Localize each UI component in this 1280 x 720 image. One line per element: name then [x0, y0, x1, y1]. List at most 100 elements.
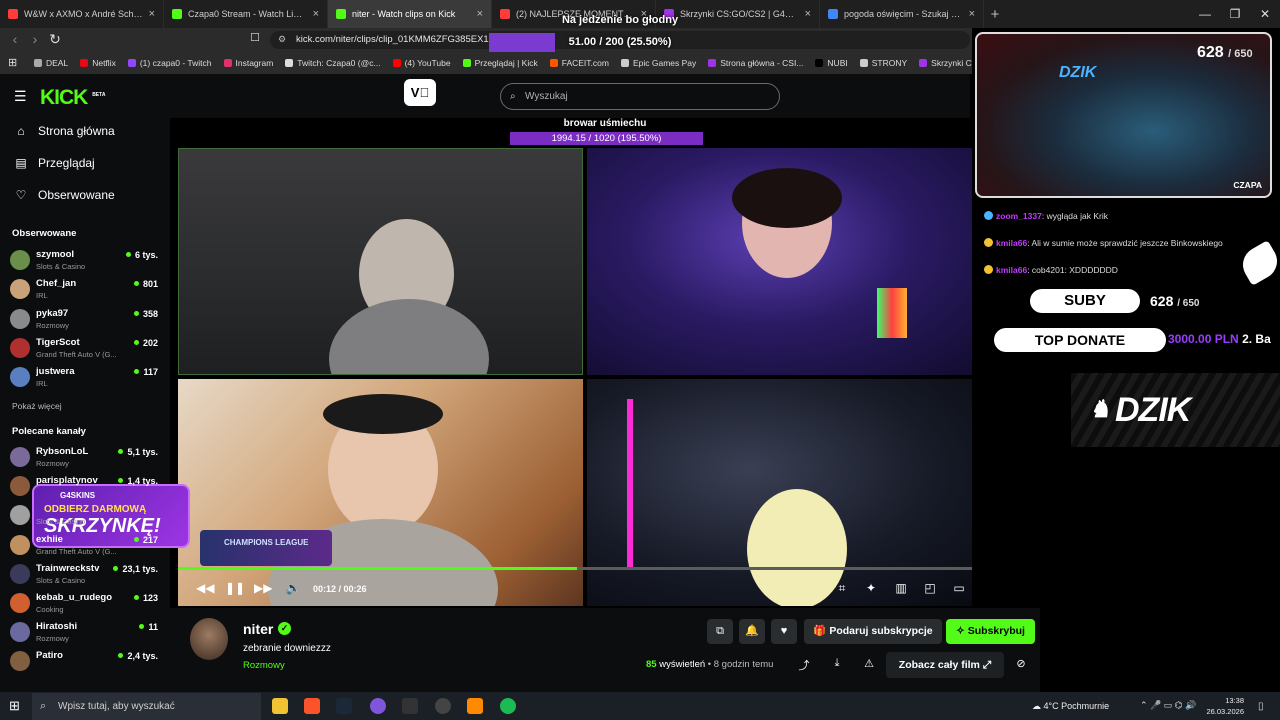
sidebar-nav-0[interactable]: ⌂ Strona główna — [14, 124, 114, 138]
streamer-avatar[interactable] — [190, 618, 228, 660]
clip-category[interactable]: Rozmowy — [243, 660, 285, 671]
tab-close-icon[interactable]: × — [969, 8, 975, 20]
mod-icon[interactable]: ⧉ — [707, 619, 733, 644]
crop-icon[interactable]: ⌗ — [833, 581, 851, 596]
channel-item[interactable]: Chef_jan IRL 801 — [10, 277, 160, 305]
forward-skip-icon[interactable]: ▶▶ — [254, 581, 272, 595]
show-more-link[interactable]: Pokaż więcej — [12, 401, 62, 411]
app-icon[interactable] — [467, 698, 483, 714]
subscribe-button[interactable]: ✧ Subskrybuj — [946, 619, 1035, 644]
bookmark-item[interactable]: Netflix — [80, 58, 116, 68]
maximize-button[interactable]: ❐ — [1218, 0, 1252, 28]
notification-icon[interactable]: ▯ — [1258, 701, 1264, 712]
obs-icon[interactable] — [435, 698, 451, 714]
channel-item[interactable]: justwera IRL 117 — [10, 365, 160, 393]
download-icon[interactable]: ⤓ — [828, 657, 846, 675]
watch-full-button[interactable]: Zobacz cały film ⤢ — [886, 652, 1004, 678]
bell-icon[interactable]: 🔔 — [739, 619, 765, 644]
hide-icon[interactable]: ⊘ — [1012, 657, 1030, 675]
bookmark-item[interactable]: Epic Games Pay — [620, 58, 696, 68]
weather-widget[interactable]: ☁ 4°C Pochmurnie — [1032, 701, 1109, 712]
bookmark-item[interactable]: DEAL — [34, 58, 68, 68]
viewer-goal-overlay: browar uśmiechu 1994.15 / 1020 (195.50%) — [500, 118, 710, 148]
video-progress-bar[interactable] — [178, 567, 1046, 570]
kick-logo[interactable]: KICK BETA — [40, 86, 105, 110]
channel-item[interactable]: Slots & Casino — [10, 503, 160, 531]
follow-heart-icon[interactable]: ♥ — [771, 619, 797, 644]
bookmark-item[interactable]: Instagram — [223, 58, 273, 68]
tab-close-icon[interactable]: × — [477, 8, 483, 20]
chat-line: kmila66: cob4201: XDDDDDDD — [984, 265, 1234, 279]
bookmark-item[interactable]: FACEIT.com — [549, 58, 609, 68]
sidebar-nav-2[interactable]: ♡ Obserwowane — [14, 188, 115, 202]
theater-icon[interactable]: ▭ — [950, 581, 968, 595]
sidebar-nav-1[interactable]: ▤ Przeglądaj — [14, 156, 94, 170]
bookmark-item[interactable]: Strona główna - CSI... — [708, 58, 803, 68]
bookmark-item[interactable]: NUBI — [815, 58, 848, 68]
taskbar-search[interactable]: ⌕ Wpisz tutaj, aby wyszukać — [32, 693, 261, 720]
tab-close-icon[interactable]: × — [149, 8, 155, 20]
rewind-icon[interactable]: ◀◀ — [196, 581, 214, 595]
chat-user: kmila66 — [996, 265, 1028, 275]
reload-icon[interactable]: ↻ — [46, 31, 64, 48]
channel-item[interactable]: exhiie Grand Theft Auto V (G... 217 — [10, 533, 160, 561]
bookmark-item[interactable]: Twitch: Czapa0 (@c... — [285, 58, 381, 68]
pause-icon[interactable]: ❚❚ — [225, 581, 245, 595]
bookmark-icon[interactable]: ☐ — [246, 31, 264, 44]
channel-item[interactable]: parisplatynov 1,4 tys. — [10, 474, 160, 502]
menu-icon[interactable]: ☰ — [14, 88, 27, 105]
channel-avatar — [10, 337, 30, 358]
forward-icon[interactable]: › — [26, 31, 44, 47]
stats-icon[interactable]: ▥ — [892, 581, 910, 595]
volume-icon[interactable]: 🔈 — [284, 581, 302, 595]
channel-item[interactable]: szymool Slots & Casino 6 tys. — [10, 248, 160, 276]
channel-item[interactable]: Trainwreckstv Slots & Casino 23,1 tys. — [10, 562, 160, 590]
brave-icon[interactable] — [304, 698, 320, 714]
epic-icon[interactable] — [402, 698, 418, 714]
channel-item[interactable]: RybsonLoL Rozmowy 5,1 tys. — [10, 445, 160, 473]
channel-item[interactable]: pyka97 Rozmowy 358 — [10, 307, 160, 335]
sparkle-icon[interactable]: ✦ — [862, 581, 880, 595]
webcam-sub-count: 628 / 650 — [1197, 44, 1253, 62]
vertical-clip-icon[interactable]: V⃞ — [404, 79, 436, 106]
close-window-button[interactable]: ✕ — [1248, 0, 1280, 28]
tab-close-icon[interactable]: × — [805, 8, 811, 20]
discord-icon[interactable] — [370, 698, 386, 714]
browser-tab[interactable]: W&W x AXMO x André Schnura × — [0, 0, 164, 28]
search-icon: ⌕ — [510, 91, 516, 102]
bookmark-item[interactable]: Przeglądaj | Kick — [462, 58, 538, 68]
system-tray-icons[interactable]: ⌃ 🎤 ▭ ⌬ 🔊 — [1140, 700, 1196, 711]
report-icon[interactable]: ⚠ — [860, 657, 878, 675]
taskbar-clock[interactable]: 13:38 26.03.2026 — [1200, 695, 1244, 717]
channel-avatar — [10, 279, 30, 300]
site-info-icon[interactable]: ⚙ — [278, 34, 286, 45]
channel-item[interactable]: kebab_u_rudego Cooking 123 — [10, 591, 160, 619]
tab-close-icon[interactable]: × — [313, 8, 319, 20]
tab-favicon-icon — [336, 9, 346, 19]
windows-start-icon[interactable]: ⊞ — [9, 698, 20, 714]
browser-tab[interactable]: Czapa0 Stream - Watch Live on Kick × — [164, 0, 328, 28]
new-tab-icon[interactable]: + — [984, 6, 1006, 23]
spotify-icon[interactable] — [500, 698, 516, 714]
bookmark-item[interactable]: (4) YouTube — [392, 58, 451, 68]
file-explorer-icon[interactable] — [272, 698, 288, 714]
share-icon[interactable]: ⤴ — [795, 657, 813, 675]
sidebar-nav-label: Obserwowane — [38, 188, 115, 202]
channel-item[interactable]: Hiratoshi Rozmowy 11 — [10, 620, 160, 648]
browser-tab[interactable]: pogoda oświęcim - Szukaj w Google × — [820, 0, 984, 28]
minimize-button[interactable]: — — [1188, 0, 1222, 28]
chat-badge-icon — [984, 238, 993, 247]
apps-grid-icon[interactable]: ⊞ — [8, 56, 17, 69]
search-input[interactable]: ⌕ Wyszukaj — [500, 83, 780, 110]
views-label: wyświetleń — [659, 659, 706, 670]
streamer-name[interactable]: niter — [243, 621, 273, 637]
channel-item[interactable]: Patiro 2,4 tys. — [10, 649, 160, 677]
bookmark-item[interactable]: STRONY — [859, 58, 907, 68]
steam-icon[interactable] — [336, 698, 352, 714]
pip-icon[interactable]: ◰ — [921, 581, 939, 595]
browser-tab[interactable]: niter - Watch clips on Kick × — [328, 0, 492, 28]
gift-subs-button[interactable]: 🎁 Podaruj subskrypcje — [804, 619, 942, 644]
channel-item[interactable]: TigerScot Grand Theft Auto V (G... 202 — [10, 336, 160, 364]
back-icon[interactable]: ‹ — [6, 31, 24, 47]
bookmark-item[interactable]: (1) czapa0 - Twitch — [127, 58, 212, 68]
